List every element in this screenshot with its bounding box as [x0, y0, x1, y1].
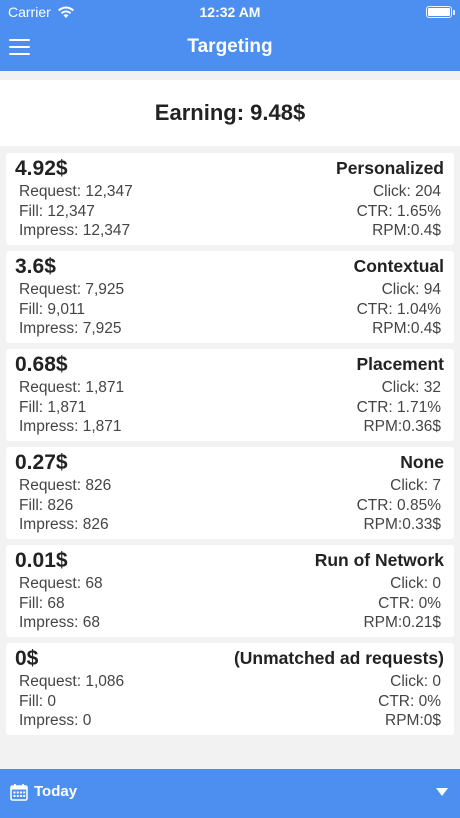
rpm-value: RPM:0.4$ — [372, 320, 441, 337]
targeting-type: Personalized — [336, 158, 444, 178]
targeting-type: (Unmatched ad requests) — [233, 648, 444, 668]
calendar-icon — [10, 784, 28, 801]
impression-count: Impress: 12,347 — [19, 222, 131, 239]
targeting-type: None — [400, 452, 444, 472]
rpm-value: RPM:0.33$ — [363, 516, 441, 533]
targeting-row-unmatched[interactable]: 0$ (Unmatched ad requests) Request: 1,08… — [6, 643, 454, 735]
click-count: Click: 94 — [381, 281, 441, 298]
row-earning: 0$ — [15, 647, 39, 670]
chevron-down-icon[interactable] — [436, 788, 448, 796]
impression-count: Impress: 1,871 — [19, 418, 122, 435]
request-count: Request: 68 — [19, 575, 103, 592]
fill-count: Fill: 0 — [19, 693, 57, 710]
fill-count: Fill: 9,011 — [19, 301, 86, 318]
ctr-value: CTR: 0.85% — [356, 497, 441, 514]
status-time: 12:32 AM — [199, 4, 261, 20]
status-bar: Carrier 12:32 AM — [0, 0, 460, 24]
fill-count: Fill: 68 — [19, 595, 65, 612]
request-count: Request: 826 — [19, 477, 112, 494]
battery-icon — [426, 6, 455, 18]
impression-count: Impress: 7,925 — [19, 320, 122, 337]
request-count: Request: 1,086 — [19, 673, 125, 690]
impression-count: Impress: 826 — [19, 516, 109, 533]
rpm-value: RPM:0$ — [385, 712, 441, 729]
ctr-value: CTR: 0% — [378, 693, 441, 710]
impression-count: Impress: 68 — [19, 614, 100, 631]
click-count: Click: 7 — [390, 477, 441, 494]
targeting-row-run-of-network[interactable]: 0.01$ Run of Network Request: 68 Fill: 6… — [6, 545, 454, 637]
period-label: Today — [34, 783, 78, 800]
click-count: Click: 0 — [390, 575, 441, 592]
impression-count: Impress: 0 — [19, 712, 92, 729]
ctr-value: CTR: 1.65% — [356, 203, 441, 220]
targeting-row-none[interactable]: 0.27$ None Request: 826 Fill: 826 Impres… — [6, 447, 454, 539]
fill-count: Fill: 826 — [19, 497, 74, 514]
targeting-row-personalized[interactable]: 4.92$ Personalized Request: 12,347 Fill:… — [6, 153, 454, 245]
row-earning: 0.68$ — [15, 353, 68, 376]
row-earning: 4.92$ — [15, 157, 68, 180]
targeting-type: Contextual — [353, 256, 444, 276]
targeting-row-placement[interactable]: 0.68$ Placement Request: 1,871 Fill: 1,8… — [6, 349, 454, 441]
date-range-selector[interactable]: Today — [0, 769, 460, 818]
ctr-value: CTR: 0% — [378, 595, 441, 612]
rpm-value: RPM:0.36$ — [363, 418, 441, 435]
navigation-bar: Targeting — [0, 24, 460, 71]
targeting-type: Placement — [356, 354, 444, 374]
fill-count: Fill: 12,347 — [19, 203, 95, 220]
click-count: Click: 204 — [372, 183, 441, 200]
ctr-value: CTR: 1.04% — [356, 301, 441, 318]
request-count: Request: 7,925 — [19, 281, 125, 298]
click-count: Click: 0 — [390, 673, 441, 690]
row-earning: 0.01$ — [15, 549, 68, 572]
app-header: Carrier 12:32 AM Targeting — [0, 0, 460, 71]
ctr-value: CTR: 1.71% — [356, 399, 441, 416]
total-earning: Earning: 9.48$ — [154, 100, 306, 125]
page-title: Targeting — [187, 36, 273, 57]
request-count: Request: 1,871 — [19, 379, 125, 396]
targeting-type: Run of Network — [314, 550, 444, 570]
rpm-value: RPM:0.21$ — [363, 614, 441, 631]
click-count: Click: 32 — [381, 379, 441, 396]
row-earning: 0.27$ — [15, 451, 68, 474]
request-count: Request: 12,347 — [19, 183, 133, 200]
earning-summary: Earning: 9.48$ — [0, 80, 460, 146]
targeting-row-contextual[interactable]: 3.6$ Contextual Request: 7,925 Fill: 9,0… — [6, 251, 454, 343]
row-earning: 3.6$ — [15, 255, 56, 278]
rpm-value: RPM:0.4$ — [372, 222, 441, 239]
fill-count: Fill: 1,871 — [19, 399, 87, 416]
